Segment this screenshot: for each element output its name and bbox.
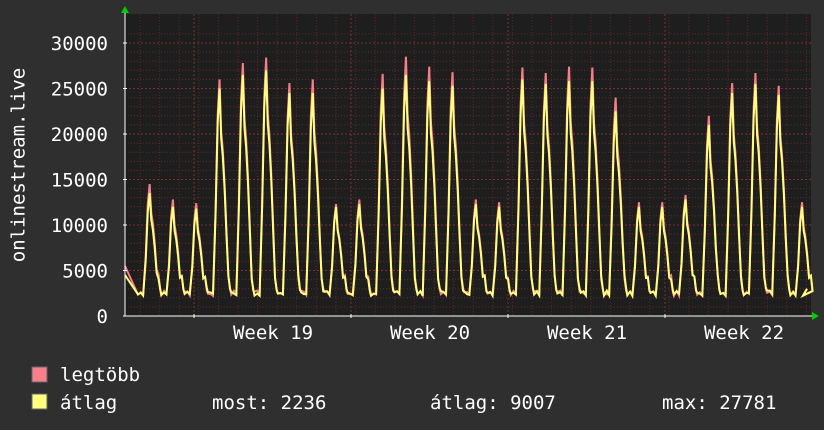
x-tick-labels: Week 19 Week 20 Week 21 Week 22 <box>233 322 784 344</box>
x-tick-label: Week 20 <box>390 322 470 344</box>
legend-label-avg: átlag <box>60 392 117 414</box>
stat-avg: átlag: 9007 <box>430 392 556 414</box>
y-tick-label: 5000 <box>62 261 108 283</box>
stat-now: most: 2236 <box>212 392 326 414</box>
x-tick-label: Week 19 <box>233 322 313 344</box>
y-tick-label: 10000 <box>51 215 108 237</box>
y-tick-label: 15000 <box>51 170 108 192</box>
legend: legtöbb átlag most: 2236 átlag: 9007 max… <box>31 364 776 414</box>
legend-swatch-avg <box>31 393 48 410</box>
legend-label-max: legtöbb <box>60 364 140 386</box>
y-axis-arrow <box>121 6 129 13</box>
legend-swatch-max <box>31 366 48 383</box>
chart: 050001000015000200002500030000 Week 19 We… <box>8 6 819 414</box>
x-axis-arrow <box>812 312 819 320</box>
y-tick-label: 20000 <box>51 124 108 146</box>
y-tick-label: 25000 <box>51 79 108 101</box>
y-tick-labels: 0 5000 10000 15000 20000 25000 30000 <box>51 33 108 328</box>
y-tick-label: 0 <box>97 306 108 328</box>
x-tick-label: Week 21 <box>547 322 627 344</box>
y-axis-title: onlinestream.live <box>8 68 30 262</box>
y-tick-label: 30000 <box>51 33 108 55</box>
stat-max: max: 27781 <box>662 392 776 414</box>
x-tick-label: Week 22 <box>704 322 784 344</box>
